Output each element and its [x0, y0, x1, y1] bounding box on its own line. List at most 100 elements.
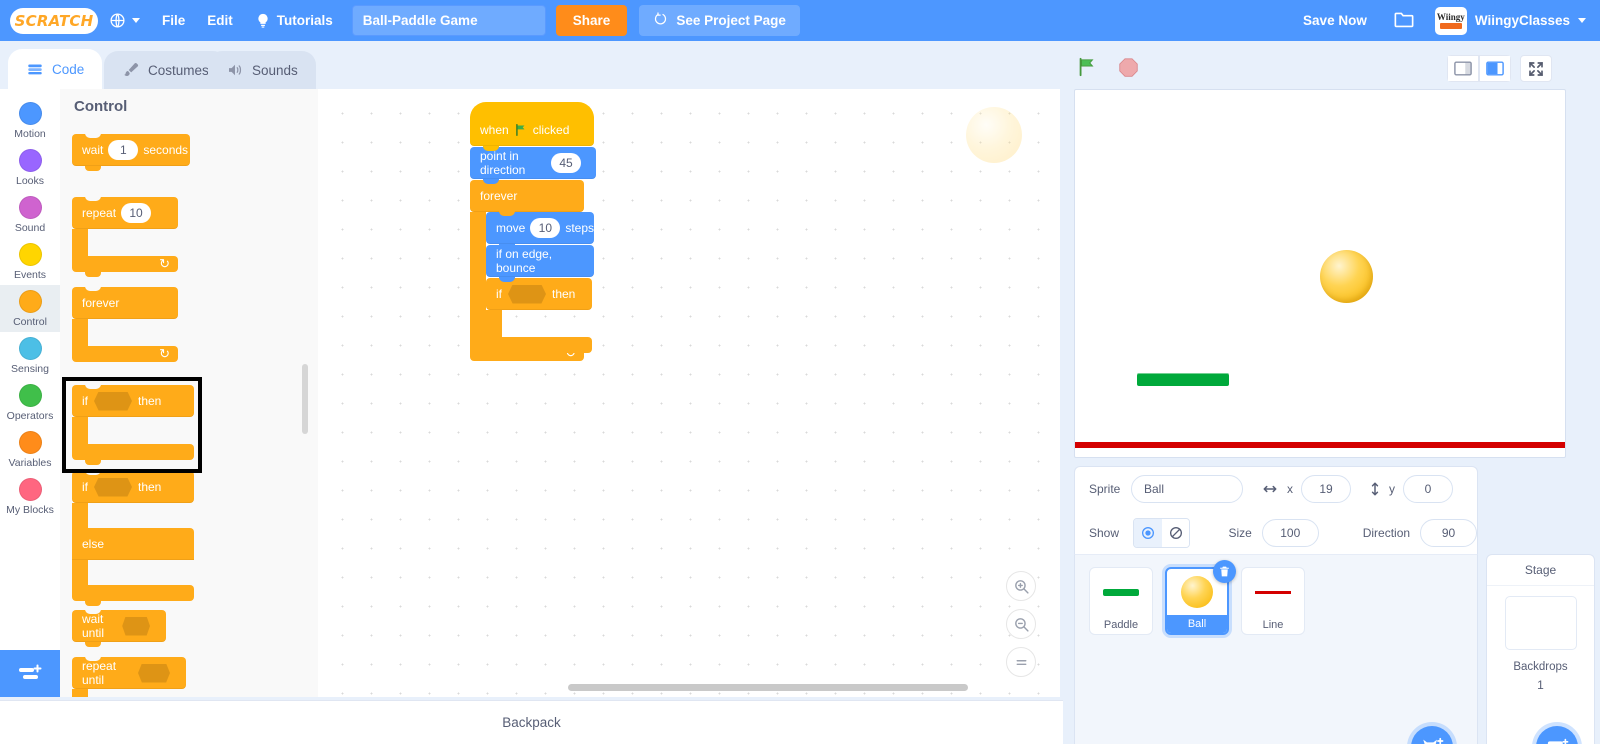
menu-edit[interactable]: Edit	[196, 0, 244, 41]
sprite-name-input[interactable]: Ball	[1131, 475, 1243, 503]
stage-selector-panel[interactable]: Stage Backdrops 1	[1486, 554, 1595, 744]
add-backdrop-button[interactable]	[1536, 726, 1578, 744]
palette-block-wait[interactable]: wait 1 seconds	[72, 133, 190, 171]
category-variables[interactable]: Variables	[0, 426, 60, 473]
script-block-move-steps[interactable]: move 10 steps	[486, 211, 594, 249]
loop-arrow-icon: ↻	[159, 256, 170, 271]
zoom-out-icon	[1014, 617, 1029, 632]
block-word-move: move	[496, 221, 526, 235]
show-hidden-button[interactable]	[1161, 519, 1190, 547]
palette-category-title: Control	[74, 98, 128, 115]
script-block-when-flag-clicked[interactable]: when clicked	[470, 102, 594, 151]
palette-block-repeat-until[interactable]: repeat until ↻	[72, 656, 186, 697]
block-nub	[85, 601, 101, 606]
category-control[interactable]: Control	[0, 285, 60, 332]
script-block-if-then[interactable]: if then	[486, 277, 592, 353]
stage[interactable]	[1074, 89, 1566, 458]
language-selector[interactable]	[98, 0, 151, 41]
x-input[interactable]: 19	[1301, 475, 1351, 503]
my-stuff-button[interactable]	[1381, 0, 1427, 41]
script-block-forever[interactable]: forever ↻	[470, 179, 584, 361]
block-word-wait-until: wait until	[82, 612, 105, 640]
show-label: Show	[1089, 526, 1120, 540]
size-input[interactable]: 100	[1261, 519, 1319, 547]
zoom-out-button[interactable]	[1006, 609, 1036, 639]
loop-arrow-icon: ↻	[159, 346, 170, 361]
y-input[interactable]: 0	[1403, 475, 1453, 503]
block-boolean-slot[interactable]	[94, 391, 132, 411]
stage-sprite-paddle[interactable]	[1137, 373, 1229, 386]
tab-sounds[interactable]: Sounds	[208, 51, 316, 89]
category-operators[interactable]: Operators	[0, 379, 60, 426]
project-name-input[interactable]: Ball-Paddle Game	[351, 5, 546, 36]
block-boolean-slot[interactable]	[138, 663, 170, 683]
account-menu[interactable]: Wiingy WiingyClasses	[1427, 0, 1600, 41]
menu-file[interactable]: File	[151, 0, 196, 41]
stage-panel-title: Stage	[1487, 555, 1594, 586]
sprite-card-line[interactable]: Line	[1241, 567, 1305, 635]
backpack-bar[interactable]: Backpack	[0, 700, 1063, 744]
add-extension-icon	[19, 664, 42, 679]
script-block-point-in-direction[interactable]: point in direction 45	[470, 146, 596, 184]
see-project-page-button[interactable]: See Project Page	[639, 5, 800, 36]
globe-icon	[109, 12, 126, 29]
block-boolean-slot[interactable]	[94, 477, 132, 497]
save-now-button[interactable]: Save Now	[1289, 0, 1381, 41]
block-boolean-slot[interactable]	[122, 616, 150, 636]
tab-sounds-label: Sounds	[252, 62, 298, 78]
fullscreen-button[interactable]	[1520, 55, 1552, 82]
show-visible-button[interactable]	[1134, 519, 1162, 547]
backdrops-count: 1	[1537, 678, 1544, 692]
block-c-arm	[72, 503, 88, 528]
category-my-blocks[interactable]: My Blocks	[0, 473, 60, 520]
green-flag-button[interactable]	[1075, 55, 1099, 79]
sprite-card-ball[interactable]: Ball	[1165, 560, 1236, 635]
code-workspace[interactable]: when clicked point in direction 45 forev…	[318, 89, 1060, 697]
sprite-card-label: Ball	[1167, 615, 1227, 633]
workspace-horizontal-scrollbar[interactable]	[568, 684, 968, 691]
palette-block-repeat[interactable]: repeat 10 ↻	[72, 196, 178, 277]
direction-input[interactable]: 90	[1420, 519, 1477, 547]
zoom-reset-button[interactable]	[1006, 647, 1036, 677]
menu-tutorials[interactable]: Tutorials	[244, 0, 344, 41]
delete-sprite-button[interactable]	[1213, 560, 1236, 583]
block-input-wait-seconds[interactable]: 1	[108, 140, 139, 160]
palette-block-forever[interactable]: forever ↻	[72, 286, 178, 362]
category-motion[interactable]: Motion	[0, 97, 60, 144]
stage-sprite-line[interactable]	[1075, 442, 1565, 448]
category-color-dot	[18, 196, 42, 219]
palette-block-if-else[interactable]: if then else	[72, 470, 194, 606]
small-stage-button[interactable]	[1447, 55, 1479, 82]
palette-block-wait-until[interactable]: wait until	[72, 609, 166, 647]
block-nub	[85, 642, 101, 647]
block-word-then: then	[138, 394, 162, 408]
scratch-logo[interactable]: SCRATCH	[10, 7, 98, 34]
block-c-arm	[72, 229, 88, 256]
share-button[interactable]: Share	[555, 5, 628, 36]
add-sprite-button[interactable]	[1411, 726, 1453, 744]
block-palette[interactable]: Control wait 1 seconds repeat 10 ↻ forev…	[60, 89, 318, 697]
workspace-zoom-controls	[1006, 571, 1036, 677]
green-bar-icon	[1103, 588, 1139, 596]
block-input-steps[interactable]: 10	[530, 218, 561, 238]
category-label: Operators	[6, 410, 54, 422]
stage-sprite-ball[interactable]	[1320, 250, 1373, 303]
category-color-dot	[18, 384, 42, 407]
category-sound[interactable]: Sound	[0, 191, 60, 238]
block-input-repeat-count[interactable]: 10	[121, 203, 152, 223]
tab-code[interactable]: Code	[8, 49, 103, 89]
stop-button[interactable]	[1116, 55, 1140, 79]
zoom-in-button[interactable]	[1006, 571, 1036, 601]
category-color-dot	[18, 290, 42, 313]
category-events[interactable]: Events	[0, 238, 60, 285]
add-extension-button[interactable]	[0, 650, 60, 697]
large-stage-button[interactable]	[1479, 55, 1511, 82]
block-word-seconds: seconds	[143, 143, 189, 157]
sprite-card-paddle[interactable]: Paddle	[1089, 567, 1153, 635]
palette-block-if-then[interactable]: if then	[72, 384, 194, 465]
category-looks[interactable]: Looks	[0, 144, 60, 191]
category-sensing[interactable]: Sensing	[0, 332, 60, 379]
block-boolean-slot[interactable]	[508, 284, 546, 304]
block-input-direction[interactable]: 45	[551, 153, 581, 173]
script-block-if-on-edge-bounce[interactable]: if on edge, bounce	[486, 244, 594, 282]
